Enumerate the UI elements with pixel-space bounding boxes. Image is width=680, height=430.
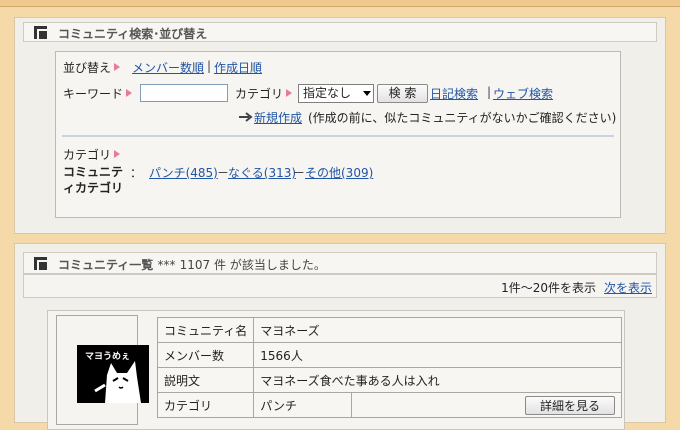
member-count-value: 1566人	[253, 342, 622, 368]
list-panel-title: コミュニティ一覧 *** 1107 件 が該当しました。	[58, 258, 326, 272]
category-link-naguru[interactable]: なぐる(313)	[228, 164, 296, 181]
category-link-punch[interactable]: パンチ(485)	[149, 164, 218, 181]
row-label: コミュニティ名	[156, 317, 255, 343]
search-button[interactable]: 検 索	[377, 84, 428, 103]
community-name-value: マヨネーズ	[253, 317, 622, 343]
stars: ***	[157, 258, 176, 272]
arrow-icon	[114, 150, 121, 158]
section-icon	[34, 26, 47, 39]
category-link-other[interactable]: その他(309)	[305, 164, 373, 181]
search-panel: コミュニティ検索･並び替え 並び替え メンバー数順 | 作成日順 キーワード カ…	[14, 17, 666, 234]
web-search-link[interactable]: ウェブ検索	[493, 85, 553, 102]
section-icon	[34, 257, 47, 270]
new-create-link[interactable]: 新規作成	[254, 109, 302, 126]
diary-search-link[interactable]: 日記検索	[430, 85, 478, 102]
new-create-note: (作成の前に、似たコミュニティがないかご確認ください)	[308, 111, 617, 125]
list-panel-header: コミュニティ一覧 *** 1107 件 が該当しました。	[23, 252, 657, 274]
separator: |	[487, 85, 492, 99]
category-select[interactable]: 指定なし	[298, 84, 374, 103]
community-info-table: コミュニティ名 マヨネーズ メンバー数 1566人 説明文 マヨネーズ食べた事あ…	[156, 317, 622, 418]
right-arrow-icon	[239, 112, 253, 122]
row-label: カテゴリ	[156, 392, 255, 418]
search-box: 並び替え メンバー数順 | 作成日順 キーワード カテゴリ 指定なし 検 索 日…	[55, 51, 621, 218]
description-value: マヨネーズ食べた事ある人は入れ	[253, 367, 622, 393]
detail-cell: 詳細を見る	[351, 392, 622, 418]
table-row: メンバー数 1566人	[156, 342, 622, 368]
pager-bar: 1件～20件を表示 次を表示	[23, 274, 657, 298]
search-panel-title: コミュニティ検索･並び替え	[58, 27, 208, 41]
community-list-panel: コミュニティ一覧 *** 1107 件 が該当しました。 1件～20件を表示 次…	[14, 243, 666, 430]
sort-by-date-link[interactable]: 作成日順	[214, 59, 262, 76]
arrow-icon	[114, 63, 121, 71]
table-row: カテゴリ パンチ 詳細を見る	[156, 392, 622, 418]
sort-label: 並び替え	[63, 59, 121, 76]
community-category-label: コミュニティカテゴリ	[63, 165, 124, 195]
keyword-input[interactable]	[140, 84, 228, 102]
detail-button[interactable]: 詳細を見る	[524, 395, 615, 415]
category-heading: カテゴリ	[63, 146, 121, 163]
community-thumbnail[interactable]: マヨうめぇ	[77, 345, 149, 403]
colon: ：	[130, 166, 143, 180]
arrow-icon	[286, 89, 293, 97]
top-border	[0, 0, 680, 7]
arrow-icon	[126, 89, 133, 97]
range-text: 1件～20件を表示	[501, 281, 596, 295]
row-label: 説明文	[156, 367, 255, 393]
sort-by-members-link[interactable]: メンバー数順	[132, 59, 204, 76]
table-row: 説明文 マヨネーズ食べた事ある人は入れ	[156, 367, 622, 393]
cat-illustration	[94, 361, 141, 403]
keyword-label: キーワード	[63, 85, 133, 102]
separator: |	[207, 59, 212, 73]
category-value: パンチ	[253, 392, 353, 418]
divider	[62, 135, 614, 137]
chevron-down-icon	[363, 91, 371, 96]
result-count: 1107 件 が該当しました。	[179, 258, 326, 272]
row-label: メンバー数	[156, 342, 255, 368]
search-panel-header: コミュニティ検索･並び替え	[23, 22, 657, 42]
table-row: コミュニティ名 マヨネーズ	[156, 317, 622, 343]
category-label: カテゴリ	[235, 85, 293, 102]
next-page-link[interactable]: 次を表示	[604, 279, 652, 296]
category-select-value: 指定なし	[303, 86, 352, 100]
dash: －	[293, 166, 306, 180]
